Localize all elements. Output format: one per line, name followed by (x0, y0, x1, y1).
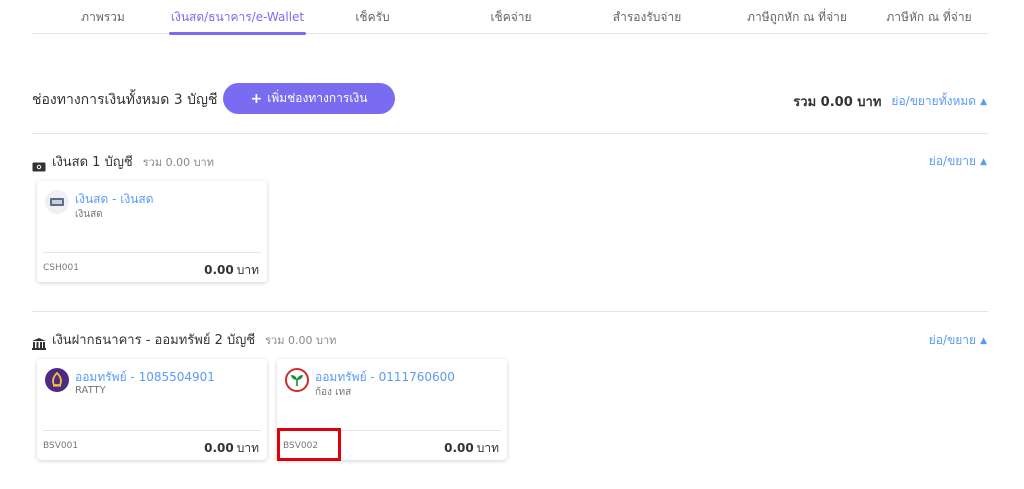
cash-section-title: เงินสด 1 บัญชี (52, 155, 133, 170)
tab-cheque-paid[interactable]: เช็คจ่าย (486, 8, 536, 34)
tab-withholding-tax[interactable]: ภาษีหัก ณ ที่จ่าย (874, 8, 984, 34)
plus-icon: + (250, 90, 263, 107)
cash-toggle-label[interactable]: ย่อ/ขยาย (929, 152, 976, 171)
divider (32, 133, 988, 134)
balance-value: 0.00 (204, 263, 234, 277)
tab-overview[interactable]: ภาพรวม (78, 8, 128, 34)
account-code: CSH001 (43, 263, 79, 273)
kbank-logo-icon (285, 368, 309, 392)
tab-cash-bank-ewallet[interactable]: เงินสด/ธนาคาร/e-Wallet (169, 8, 306, 35)
currency: บาท (236, 441, 259, 455)
tab-withheld-tax-received[interactable]: ภาษีถูกหัก ณ ที่จ่าย (732, 8, 862, 34)
account-sub: ก้อง เทส (315, 387, 352, 398)
account-code: BSV001 (43, 441, 79, 451)
add-payment-channel-label: เพิ่มช่องทางการเงิน (267, 91, 368, 105)
cash-icon (32, 157, 46, 171)
highlight-box (277, 428, 341, 461)
chevron-up-icon[interactable]: ▲ (980, 97, 987, 107)
scb-bank-logo-icon (45, 368, 69, 392)
chevron-up-icon[interactable]: ▲ (980, 157, 987, 167)
bank-icon (32, 335, 46, 350)
tab-petty-cash[interactable]: สำรองรับจ่าย (607, 8, 687, 34)
cash-toggle[interactable]: ย่อ/ขยาย ▲ (929, 152, 987, 171)
account-sub: RATTY (75, 385, 106, 396)
account-balance: 0.00 บาท (204, 261, 259, 280)
card-divider (43, 430, 261, 431)
tab-cheque-received[interactable]: เช็ครับ (350, 8, 395, 34)
tab-bar: ภาพรวม เงินสด/ธนาคาร/e-Wallet เช็ครับ เช… (32, 0, 988, 35)
bank-toggle-label[interactable]: ย่อ/ขยาย (929, 331, 976, 350)
account-balance: 0.00 บาท (444, 439, 499, 458)
cash-section-sum: รวม 0.00 บาท (142, 155, 214, 169)
account-card-csh001[interactable]: เงินสด - เงินสด เงินสด CSH001 0.00 บาท (37, 181, 267, 282)
card-divider (43, 252, 261, 253)
bank-section-header: เงินฝากธนาคาร - ออมทรัพย์ 2 บัญชี รวม 0.… (32, 329, 336, 350)
currency: บาท (236, 263, 259, 277)
balance-value: 0.00 (444, 441, 474, 455)
grand-total: รวม 0.00 บาท (793, 95, 882, 110)
header-total-group: รวม 0.00 บาท ย่อ/ขยายทั้งหมด ▲ (793, 91, 987, 112)
account-card-bsv001[interactable]: ออมทรัพย์ - 1085504901 RATTY BSV001 0.00… (37, 359, 267, 460)
currency: บาท (476, 441, 499, 455)
bank-section-title: เงินฝากธนาคาร - ออมทรัพย์ 2 บัญชี (52, 333, 256, 348)
bank-toggle[interactable]: ย่อ/ขยาย ▲ (929, 331, 987, 350)
cash-wallet-icon (45, 190, 69, 214)
page-title: ช่องทางการเงินทั้งหมด 3 บัญชี (32, 92, 218, 108)
add-payment-channel-button[interactable]: + เพิ่มช่องทางการเงิน (223, 83, 395, 114)
chevron-up-icon[interactable]: ▲ (980, 336, 987, 346)
cash-section-header: เงินสด 1 บัญชี รวม 0.00 บาท (32, 151, 214, 172)
account-sub: เงินสด (75, 209, 103, 220)
bank-section-sum: รวม 0.00 บาท (265, 333, 337, 347)
toggle-all-link[interactable]: ย่อ/ขยายทั้งหมด (891, 92, 976, 111)
account-balance: 0.00 บาท (204, 439, 259, 458)
divider (32, 311, 988, 312)
balance-value: 0.00 (204, 441, 234, 455)
